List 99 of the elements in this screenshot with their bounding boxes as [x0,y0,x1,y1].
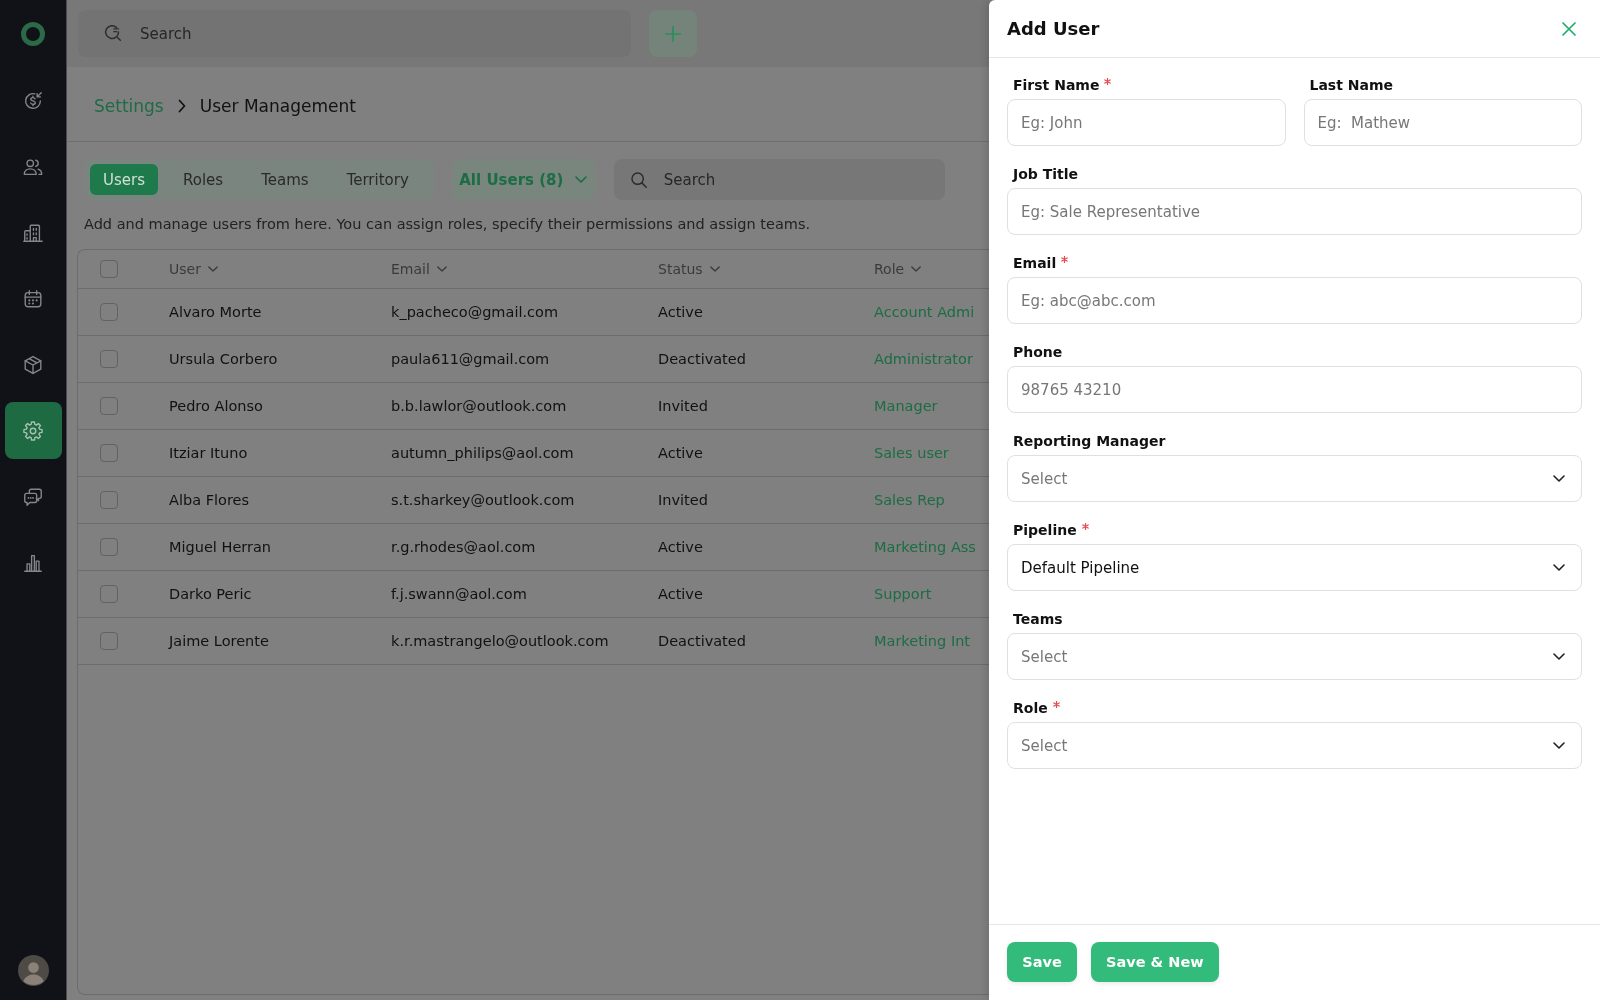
email-text: autumn_philips@aol.com [391,445,574,461]
checkbox[interactable] [100,491,118,509]
status-text: Active [658,586,703,602]
column-header[interactable]: Status [658,261,720,277]
tab[interactable]: Roles [170,164,237,195]
chevron-down-icon [1553,653,1565,660]
email-text: k.r.mastrangelo@outlook.com [391,633,609,649]
role-link[interactable]: Manager [874,398,938,414]
chevron-down-icon [207,266,218,272]
filter-dropdown[interactable]: All Users (8) [451,159,595,200]
field-label: First Name [1013,76,1100,94]
email-text: paula611@gmail.com [391,351,550,367]
plus-icon [664,24,682,43]
user-name: Alba Flores [169,492,249,508]
input-field[interactable]: Eg: John [1007,99,1286,146]
checkbox[interactable] [100,350,118,368]
field-label: Email [1013,254,1057,272]
box-icon [22,353,44,376]
calendar-icon [22,287,44,310]
status-text: Active [658,539,703,555]
status-text: Deactivated [658,633,746,649]
user-name: Alvaro Morte [169,304,262,320]
dollar-coin-icon [22,89,44,112]
select-field[interactable]: Select [1007,722,1582,769]
user-name: Jaime Lorente [169,633,269,649]
checkbox[interactable] [100,260,118,278]
panel-title: Add User [1007,18,1100,39]
column-header[interactable]: User [169,261,218,277]
status-text: Active [658,304,703,320]
chevron-down-icon [1553,564,1565,571]
checkbox[interactable] [100,585,118,603]
field-label: Job Title [1013,165,1079,183]
tab[interactable]: Teams [248,164,322,195]
breadcrumb-link[interactable]: Settings [94,95,164,116]
chevron-down-icon [911,266,922,272]
tab[interactable]: Users [90,164,158,195]
user-name: Ursula Corbero [169,351,278,367]
input-field[interactable]: Eg: Mathew [1303,99,1582,146]
field-label: Phone [1013,343,1063,361]
close-button[interactable] [1560,19,1578,38]
role-link[interactable]: Sales user [874,445,949,461]
select-field[interactable]: Select [1007,455,1582,502]
search-field[interactable]: Search [613,159,945,200]
input-field[interactable]: Eg: Sale Representative [1007,188,1582,235]
add-button[interactable] [649,10,697,57]
checkbox[interactable] [100,632,118,650]
checkbox[interactable] [100,538,118,556]
search-icon [629,171,648,189]
user-name: Pedro Alonso [169,398,263,414]
save-button[interactable]: Save [1007,942,1077,982]
checkbox[interactable] [100,444,118,462]
status-text: Active [658,445,703,461]
status-text: Invited [658,398,708,414]
search-field[interactable]: Search [78,10,631,57]
role-link[interactable]: Marketing Int [874,633,971,649]
email-text: r.g.rhodes@aol.com [391,539,536,555]
breadcrumb-current: User Management [199,95,356,116]
select-field[interactable]: Default Pipeline [1007,544,1582,591]
status-text: Invited [658,492,708,508]
logo-icon [20,21,46,47]
field-label: Teams [1013,610,1063,628]
role-link[interactable]: Account Admi [874,304,975,320]
sidebar-nav-item[interactable] [4,402,62,459]
close-icon [1561,20,1577,37]
email-text: f.j.swann@aol.com [391,586,527,602]
select-field[interactable]: Select [1007,633,1582,680]
email-text: k_pacheco@gmail.com [391,304,558,320]
chevron-down-icon [575,176,588,183]
status-text: Deactivated [658,351,746,367]
checkbox[interactable] [100,397,118,415]
field-label: Reporting Manager [1013,432,1166,450]
chevron-down-icon [436,266,447,272]
user-name: Darko Peric [169,586,252,602]
avatar-icon [17,955,49,986]
chevron-down-icon [709,266,720,272]
chevron-down-icon [1553,742,1565,749]
role-link[interactable]: Marketing Ass [874,539,976,555]
search-icon [102,22,124,44]
role-link[interactable]: Administrator [874,351,973,367]
user-name: Miguel Herran [169,539,272,555]
tab[interactable]: Territory [333,164,422,195]
role-link[interactable]: Support [874,586,932,602]
settings-icon [22,419,44,442]
input-field[interactable]: 98765 43210 [1007,366,1582,413]
field-label: Last Name [1309,76,1393,94]
user-name: Itziar Ituno [169,445,248,461]
field-label: Role [1013,699,1048,717]
input-field[interactable]: Eg: abc@abc.com [1007,277,1582,324]
role-link[interactable]: Sales Rep [874,492,945,508]
column-header[interactable]: Email [391,261,447,277]
checkbox[interactable] [100,303,118,321]
field-label: Pipeline [1013,521,1077,539]
column-header[interactable]: Role [874,261,922,277]
email-text: s.t.sharkey@outlook.com [391,492,575,508]
save-button[interactable]: Save & New [1091,942,1219,982]
email-text: b.b.lawlor@outlook.com [391,398,567,414]
chevron-right-icon [177,98,186,113]
description-text: Add and manage users from here. You can assign roles, specify their permissions and assign teams. [84,215,812,234]
chevron-down-icon [1553,475,1565,482]
